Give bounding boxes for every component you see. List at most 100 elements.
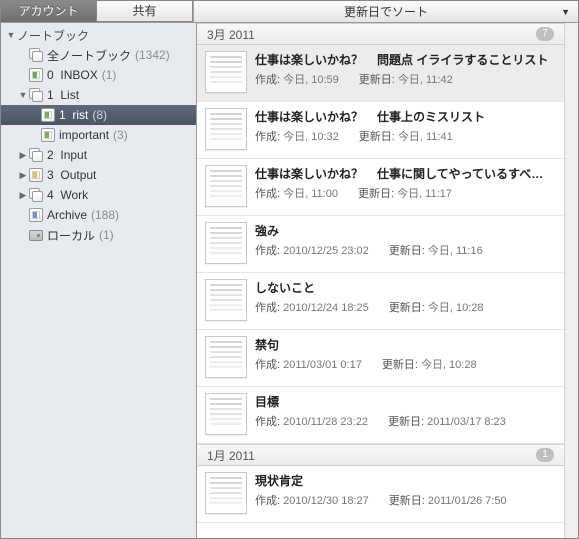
sidebar-item-input[interactable]: ▶ 2 Input bbox=[1, 145, 196, 165]
sidebar-item-inbox[interactable]: 0 INBOX (1) bbox=[1, 65, 196, 85]
note-subtitle: 仕事上のミスリスト bbox=[377, 108, 485, 125]
note-subtitle: 問題点 イライラすることリスト bbox=[377, 51, 548, 68]
tab-account[interactable]: アカウント bbox=[1, 1, 97, 22]
top-toolbar: アカウント 共有 更新日でソート ▼ bbox=[1, 1, 578, 23]
note-thumbnail bbox=[205, 336, 247, 378]
note-created: 作成: 今日, 11:00 bbox=[255, 185, 338, 201]
note-thumbnail bbox=[205, 472, 247, 514]
item-label: Archive bbox=[47, 208, 87, 222]
item-prefix: 1 bbox=[59, 108, 66, 122]
note-row[interactable]: しないこと作成: 2010/12/24 18:25 更新日: 今日, 10:28 bbox=[197, 273, 564, 330]
note-row[interactable]: 強み作成: 2010/12/25 23:02更新日: 今日, 11:16 bbox=[197, 216, 564, 273]
note-subtitle: 仕事に関してやっているすべ… bbox=[377, 165, 543, 182]
item-count: (1) bbox=[102, 68, 117, 82]
note-list[interactable]: 3月 2011 7 仕事は楽しいかね？ 問題点 イライラすることリスト作成: 今日, … bbox=[197, 23, 564, 538]
note-row[interactable]: 仕事は楽しいかね？ 仕事に関してやっているすべ… 作成: 今日, 11:00 更新日:… bbox=[197, 159, 564, 216]
notebook-icon bbox=[29, 68, 43, 82]
note-updated: 更新日: 今日, 10:28 bbox=[382, 356, 477, 372]
note-created: 作成: 2010/12/30 18:27 bbox=[255, 492, 369, 508]
note-created: 作成: 2010/12/25 23:02 bbox=[255, 242, 369, 258]
sidebar-item-important[interactable]: important (3) bbox=[1, 125, 196, 145]
item-label: 全ノートブック bbox=[47, 47, 131, 64]
note-title: 仕事は楽しいかね？ bbox=[255, 108, 363, 125]
tab-share[interactable]: 共有 bbox=[97, 1, 193, 22]
item-label: important bbox=[59, 128, 109, 142]
disclosure-triangle-icon[interactable]: ▶ bbox=[17, 145, 29, 165]
note-row[interactable]: 禁句作成: 2011/03/01 0:17更新日: 今日, 10:28 bbox=[197, 330, 564, 387]
item-prefix: 4 bbox=[47, 188, 54, 202]
chevron-down-icon: ▼ bbox=[561, 7, 570, 17]
item-label: Work bbox=[60, 188, 88, 202]
note-thumbnail bbox=[205, 165, 247, 207]
note-thumbnail bbox=[205, 393, 247, 435]
note-updated: 更新日: 2011/01/26 7:50 bbox=[389, 492, 507, 508]
disclosure-triangle-icon[interactable]: ▼ bbox=[5, 25, 17, 45]
sort-label: 更新日でソート bbox=[344, 3, 428, 20]
note-updated: 更新日: 今日, 11:42 bbox=[359, 71, 453, 87]
sidebar-item-rist[interactable]: 1 rist (8) bbox=[1, 105, 196, 125]
item-label: List bbox=[60, 88, 79, 102]
group-label: 1月 2011 bbox=[207, 447, 255, 464]
notebook-stack-icon bbox=[29, 188, 43, 202]
note-row[interactable]: 仕事は楽しいかね？仕事上のミスリスト作成: 今日, 10:32更新日: 今日, … bbox=[197, 102, 564, 159]
sidebar: ▼ ノートブック 全ノートブック (1342) 0 INBOX (1) ▼ 1 bbox=[1, 23, 197, 538]
item-count: (1342) bbox=[135, 48, 170, 62]
note-thumbnail bbox=[205, 222, 247, 264]
note-title: 仕事は楽しいかね？ bbox=[255, 165, 363, 182]
item-prefix: 0 bbox=[47, 68, 54, 82]
note-created: 作成: 2010/12/24 18:25 bbox=[255, 299, 369, 315]
sidebar-section-notebooks[interactable]: ▼ ノートブック bbox=[1, 25, 196, 45]
notebook-stack-icon bbox=[29, 88, 43, 102]
sidebar-item-list[interactable]: ▼ 1 List bbox=[1, 85, 196, 105]
item-prefix: 2 bbox=[47, 148, 54, 162]
note-created: 作成: 2010/11/28 23:22 bbox=[255, 413, 368, 429]
note-title: 仕事は楽しいかね？ bbox=[255, 51, 363, 68]
group-label: 3月 2011 bbox=[207, 26, 255, 43]
note-title: 禁句 bbox=[255, 336, 279, 353]
note-updated: 更新日: 今日, 11:16 bbox=[389, 242, 483, 258]
group-count-badge: 1 bbox=[536, 448, 554, 462]
sidebar-item-work[interactable]: ▶ 4 Work bbox=[1, 185, 196, 205]
notebook-stack-icon bbox=[29, 148, 43, 162]
sidebar-item-output[interactable]: ▶ 3 Output bbox=[1, 165, 196, 185]
item-prefix: 3 bbox=[47, 168, 54, 182]
item-label: Input bbox=[60, 148, 87, 162]
item-label: INBOX bbox=[60, 68, 97, 82]
sort-dropdown[interactable]: 更新日でソート ▼ bbox=[193, 1, 578, 22]
disclosure-triangle-icon[interactable]: ▼ bbox=[17, 85, 29, 105]
tab-bar: アカウント 共有 bbox=[1, 1, 193, 22]
note-title: しないこと bbox=[255, 279, 315, 296]
note-row[interactable]: 目標作成: 2010/11/28 23:22 更新日: 2011/03/17 8:… bbox=[197, 387, 564, 444]
sidebar-item-archive[interactable]: Archive (188) bbox=[1, 205, 196, 225]
note-thumbnail bbox=[205, 51, 247, 93]
note-thumbnail bbox=[205, 108, 247, 150]
item-count: (8) bbox=[92, 108, 107, 122]
note-updated: 更新日: 今日, 10:28 bbox=[389, 299, 484, 315]
group-header[interactable]: 1月 2011 1 bbox=[197, 444, 564, 466]
scrollbar[interactable] bbox=[564, 23, 578, 538]
note-row[interactable]: 現状肯定作成: 2010/12/30 18:27 更新日: 2011/01/26 … bbox=[197, 466, 564, 523]
note-title: 現状肯定 bbox=[255, 472, 303, 489]
item-label: Output bbox=[60, 168, 96, 182]
note-updated: 更新日: 2011/03/17 8:23 bbox=[388, 413, 506, 429]
item-count: (188) bbox=[91, 208, 119, 222]
group-count-badge: 7 bbox=[536, 27, 554, 41]
item-label: ローカル bbox=[47, 227, 95, 244]
notebook-icon bbox=[41, 108, 55, 122]
item-label: rist bbox=[72, 108, 88, 122]
disclosure-triangle-icon[interactable]: ▶ bbox=[17, 165, 29, 185]
note-updated: 更新日: 今日, 11:41 bbox=[359, 128, 453, 144]
sidebar-item-all-notebooks[interactable]: 全ノートブック (1342) bbox=[1, 45, 196, 65]
note-created: 作成: 今日, 10:59 bbox=[255, 71, 339, 87]
note-row[interactable]: 仕事は楽しいかね？ 問題点 イライラすることリスト作成: 今日, 10:59 更新日… bbox=[197, 45, 564, 102]
note-updated: 更新日: 今日, 11:17 bbox=[358, 185, 452, 201]
notebook-stack-icon bbox=[29, 48, 43, 62]
disclosure-triangle-icon[interactable]: ▶ bbox=[17, 185, 29, 205]
group-header[interactable]: 3月 2011 7 bbox=[197, 23, 564, 45]
notebook-icon bbox=[29, 208, 43, 222]
sidebar-item-local[interactable]: ローカル (1) bbox=[1, 225, 196, 245]
notebook-icon bbox=[29, 168, 43, 182]
drive-icon bbox=[29, 230, 43, 241]
note-title: 目標 bbox=[255, 393, 279, 410]
notebook-icon bbox=[41, 128, 55, 142]
